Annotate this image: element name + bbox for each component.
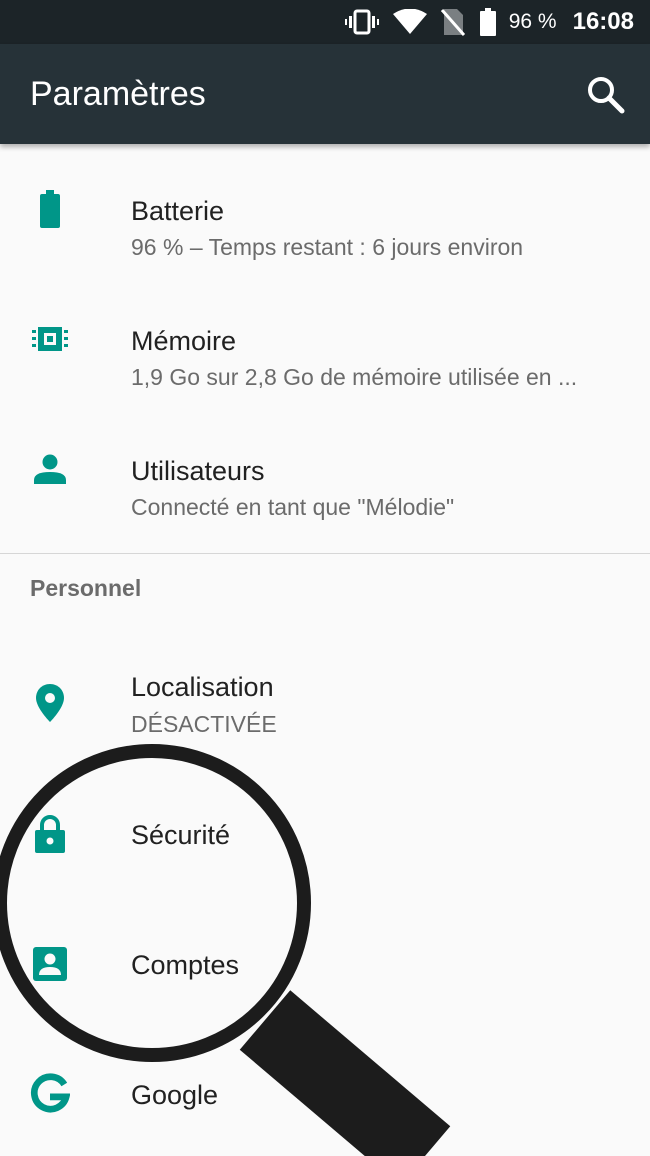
location-pin-icon — [30, 683, 70, 723]
settings-item-title: Mémoire — [131, 326, 237, 356]
section-header-personal: Personnel — [30, 575, 142, 601]
settings-item-subtitle: 1,9 Go sur 2,8 Go de mémoire utilisée en… — [131, 364, 578, 390]
settings-item-google[interactable]: Google — [0, 1028, 650, 1156]
settings-item-title: Batterie — [131, 196, 225, 226]
vibrate-icon — [344, 9, 379, 35]
settings-item-subtitle: DÉSACTIVÉE — [131, 711, 277, 737]
search-icon — [588, 77, 625, 114]
settings-item-memory[interactable]: Mémoire 1,9 Go sur 2,8 Go de mémoire uti… — [0, 276, 650, 406]
wifi-icon — [392, 9, 427, 35]
settings-item-title: Sécurité — [131, 820, 231, 850]
settings-item-title: Utilisateurs — [131, 456, 265, 486]
search-button[interactable] — [585, 74, 627, 116]
account-box-icon — [30, 944, 70, 984]
settings-item-subtitle: 96 % – Temps restant : 6 jours environ — [131, 234, 524, 260]
app-toolbar: Paramètres — [0, 44, 650, 144]
settings-item-title: Comptes — [131, 950, 240, 980]
page-title: Paramètres — [30, 75, 206, 113]
memory-chip-icon — [30, 319, 70, 359]
settings-item-subtitle: Connecté en tant que "Mélodie" — [131, 494, 455, 520]
settings-item-title: Localisation — [131, 672, 274, 702]
battery-percent: 96 % — [508, 10, 557, 33]
settings-item-location[interactable]: Localisation DÉSACTIVÉE — [0, 638, 650, 778]
lock-icon — [30, 814, 70, 854]
settings-item-battery[interactable]: Batterie 96 % – Temps restant : 6 jours … — [0, 146, 650, 276]
battery-icon — [30, 189, 70, 229]
settings-item-users[interactable]: Utilisateurs Connecté en tant que "Mélod… — [0, 406, 650, 536]
clock: 16:08 — [572, 8, 634, 35]
no-sim-icon — [440, 8, 465, 36]
settings-item-title: Google — [131, 1080, 219, 1110]
settings-item-security[interactable]: Sécurité — [0, 778, 650, 898]
battery-icon — [479, 8, 497, 36]
section-divider — [0, 553, 650, 554]
google-icon — [30, 1073, 70, 1114]
status-bar: 96 % 16:08 — [0, 0, 650, 44]
settings-item-accounts[interactable]: Comptes — [0, 898, 650, 1028]
person-icon — [30, 449, 70, 489]
